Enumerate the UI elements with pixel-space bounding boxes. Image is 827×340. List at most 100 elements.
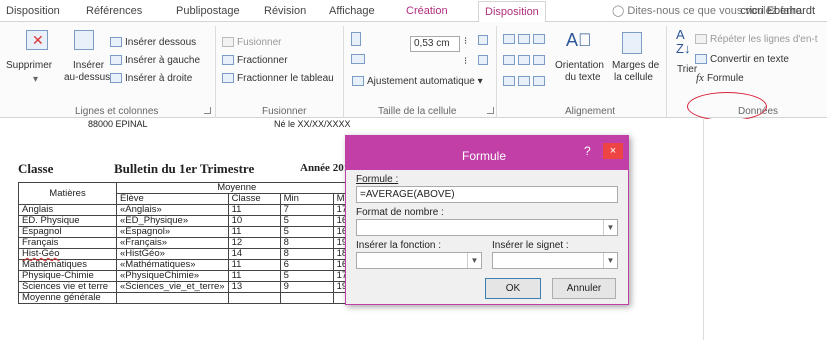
cell-min: 5: [279, 270, 334, 282]
cell-student: «Mathématiques»: [116, 259, 229, 271]
cell-subject: Anglais: [18, 204, 117, 216]
insert-below-label: Insérer dessous: [125, 37, 197, 48]
formula-input[interactable]: =AVERAGE(ABOVE): [356, 186, 618, 203]
cell-min: 5: [279, 215, 334, 227]
formula-button[interactable]: fx Formule: [696, 72, 744, 85]
cell-class: 11: [227, 259, 281, 271]
address-city: 88000 EPINAL: [88, 119, 148, 129]
distribute-columns-icon[interactable]: [478, 55, 491, 67]
paste-bookmark-select[interactable]: ▼: [492, 252, 618, 269]
cell-subject: Français: [18, 237, 117, 249]
cell-class: 11: [227, 204, 281, 216]
convert-to-text-button[interactable]: Convertir en texte: [695, 54, 789, 66]
tab-references[interactable]: Références: [80, 0, 148, 22]
text-direction-icon: A⃕: [566, 30, 592, 50]
grades-table[interactable]: Matières Moyenne Élève Classe Min Ma Ang…: [18, 182, 358, 304]
table-row: Français «Français» 12 8 19: [18, 237, 358, 249]
delete-dropdown-icon[interactable]: ▾: [33, 74, 38, 86]
group-label-merge: Fusionner: [262, 106, 307, 117]
cell-class: 12: [227, 237, 281, 249]
table-row: ED. Physique «ED_Physique» 10 5 16: [18, 215, 358, 227]
insert-right-label: Insérer à droite: [125, 73, 193, 84]
cell-class: 14: [227, 248, 281, 260]
number-format-label: Format de nombre :: [356, 207, 444, 218]
split-table-button[interactable]: Fractionner le tableau: [222, 73, 334, 85]
lightbulb-icon: ◯: [612, 5, 625, 17]
chevron-down-icon[interactable]: ▼: [603, 220, 617, 235]
insert-right-button[interactable]: Insérer à droite: [110, 73, 192, 85]
cancel-button[interactable]: Annuler: [552, 278, 616, 299]
formula-fx-icon: fx: [696, 72, 704, 84]
merge-cells-button[interactable]: Fusionner: [222, 37, 281, 49]
help-button[interactable]: ?: [584, 144, 591, 158]
cell-margins-label-1[interactable]: Marges de: [612, 60, 659, 72]
chevron-down-icon[interactable]: ▼: [467, 253, 481, 268]
cell-student: «ED_Physique»: [116, 215, 229, 227]
cell-subject: Moyenne générale: [18, 292, 117, 304]
cell-size-launcher-icon[interactable]: [487, 107, 494, 114]
align-middle-row-icons[interactable]: [503, 55, 548, 67]
tab-disposition-document[interactable]: Disposition: [0, 0, 66, 22]
cell-class: 11: [227, 226, 281, 238]
school-year: Année 201: [300, 162, 350, 174]
repeat-header-icon: [695, 34, 707, 45]
cell-margins-label-2[interactable]: la cellule: [614, 72, 653, 84]
close-button[interactable]: ×: [603, 143, 623, 159]
cell-subject: ED. Physique: [18, 215, 117, 227]
cell-min: 7: [279, 204, 334, 216]
text-direction-label-2[interactable]: du texte: [565, 72, 601, 84]
ok-button[interactable]: OK: [485, 278, 541, 299]
align-bottom-row-icons[interactable]: [503, 76, 548, 88]
header-subjects: Matières: [18, 182, 117, 205]
cell-class: 10: [227, 215, 281, 227]
align-top-row-icons[interactable]: [503, 34, 548, 46]
cell-min: 5: [279, 226, 334, 238]
cell-subject: Espagnol: [18, 226, 117, 238]
ribbon-tab-bar: Disposition Références Publipostage Révi…: [0, 0, 827, 23]
tab-table-layout[interactable]: Disposition: [478, 1, 546, 23]
tab-mailings[interactable]: Publipostage: [170, 0, 246, 22]
paste-function-select[interactable]: ▼: [356, 252, 482, 269]
number-format-select[interactable]: ▼: [356, 219, 618, 236]
cell-min: [279, 292, 334, 304]
rows-columns-launcher-icon[interactable]: [204, 107, 211, 114]
autofit-button[interactable]: Ajustement automatique ▾: [352, 76, 483, 88]
group-separator: [215, 26, 216, 118]
split-table-label: Fractionner le tableau: [237, 73, 334, 84]
split-cells-button[interactable]: Fractionner: [222, 55, 288, 67]
merge-cells-icon: [222, 37, 234, 48]
header-class: Classe: [227, 193, 281, 205]
row-height-spinner-icon[interactable]: ⁝: [464, 36, 467, 48]
merge-cells-label: Fusionner: [237, 37, 282, 48]
insert-above-label-1[interactable]: Insérer: [73, 60, 104, 72]
text-direction-label-1[interactable]: Orientation: [555, 60, 604, 72]
table-row: Sciences vie et terre «Sciences_vie_et_t…: [18, 281, 358, 293]
chevron-down-icon[interactable]: ▼: [603, 253, 617, 268]
insert-left-label: Insérer à gauche: [125, 55, 201, 66]
cell-margins-icon: [622, 32, 642, 54]
distribute-rows-icon[interactable]: [478, 35, 491, 47]
tab-review[interactable]: Révision: [258, 0, 312, 22]
chevron-down-icon: ▾: [474, 76, 483, 87]
group-label-rows-columns: Lignes et colonnes: [75, 106, 159, 117]
row-height-input[interactable]: 0,53 cm: [410, 36, 460, 52]
birth-date: Né le XX/XX/XXXX: [274, 119, 351, 129]
repeat-header-label: Répéter les lignes d'en-t: [710, 34, 818, 45]
cell-student: [116, 292, 229, 304]
insert-left-button[interactable]: Insérer à gauche: [110, 55, 200, 67]
tab-table-design[interactable]: Création: [400, 0, 454, 22]
tab-view[interactable]: Affichage: [323, 0, 381, 22]
dialog-title-bar[interactable]: Formule ? ×: [346, 136, 628, 170]
insert-below-button[interactable]: Insérer dessous: [110, 37, 196, 49]
column-width-spinner-icon[interactable]: ⁝: [464, 56, 467, 68]
user-name[interactable]: cricri Eberhardt: [740, 0, 815, 22]
delete-button[interactable]: Supprimer: [6, 60, 52, 72]
bulletin-title: Bulletin du 1er Trimestre: [114, 161, 255, 176]
repeat-header-rows-button[interactable]: Répéter les lignes d'en-t: [695, 34, 818, 46]
paste-function-label: Insérer la fonction :: [356, 240, 442, 251]
cell-min: 8: [279, 237, 334, 249]
insert-above-label-2[interactable]: au-dessus: [64, 72, 110, 84]
convert-to-text-icon: [695, 54, 707, 65]
formula-dialog: Formule ? × Formule : =AVERAGE(ABOVE) Fo…: [345, 135, 629, 305]
group-separator: [666, 26, 667, 118]
